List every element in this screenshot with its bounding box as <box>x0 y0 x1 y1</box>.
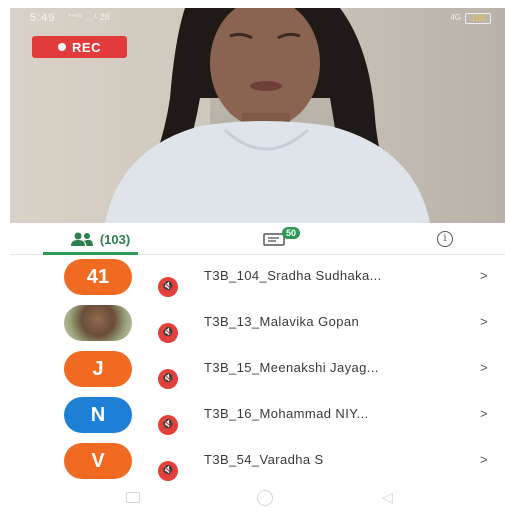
chevron-right-icon[interactable]: > <box>480 452 488 467</box>
recents-icon[interactable] <box>126 492 140 503</box>
participant-avatar: 41 <box>64 259 132 295</box>
chevron-right-icon[interactable]: > <box>480 314 488 329</box>
tab-chat[interactable]: 50 <box>240 223 310 255</box>
mic-muted-icon: 🔇 <box>158 415 178 435</box>
record-button[interactable]: REC <box>32 36 127 58</box>
participant-name: T3B_15_Meenakshi Jayag... <box>204 360 379 375</box>
chat-unread-badge: 50 <box>282 227 301 239</box>
tab-bar: (103) 50 i <box>10 223 505 255</box>
participant-avatar: N <box>64 397 132 433</box>
participant-name: T3B_16_Mohammad NIY... <box>204 406 369 421</box>
participant-name: T3B_13_Malavika Gopan <box>204 314 360 329</box>
participant-row[interactable]: V 🔇 T3B_54_Varadha S > <box>10 439 505 485</box>
signal-icon: °⁺º¹ …¹ 28 <box>68 12 110 22</box>
status-bar: 5:49 °⁺º¹ …¹ 28 4G 100 <box>10 8 505 28</box>
tab-participants[interactable]: (103) <box>40 223 160 255</box>
participant-avatar: J <box>64 351 132 387</box>
tab-info[interactable]: i <box>415 223 475 255</box>
battery-icon: 100 <box>465 13 491 24</box>
participant-name: T3B_54_Varadha S <box>204 452 324 467</box>
participant-row[interactable]: J 🔇 T3B_15_Meenakshi Jayag... > <box>10 347 505 393</box>
record-dot-icon <box>58 43 67 51</box>
record-label: REC <box>72 39 101 55</box>
status-time: 5:49 <box>30 12 56 24</box>
chevron-right-icon[interactable]: > <box>480 406 488 421</box>
participant-row[interactable]: 🔇 T3B_13_Malavika Gopan > <box>10 301 505 347</box>
info-icon: i <box>437 231 453 247</box>
mic-muted-icon: 🔇 <box>158 461 178 481</box>
network-icon: 4G <box>450 13 461 22</box>
mic-muted-icon: 🔇 <box>158 277 178 297</box>
participant-avatar-photo <box>64 305 132 341</box>
back-icon[interactable]: ◁ <box>382 489 393 506</box>
chevron-right-icon[interactable]: > <box>480 268 488 283</box>
mic-muted-icon: 🔇 <box>158 323 178 343</box>
participant-name: T3B_104_Sradha Sudhaka... <box>204 268 382 283</box>
participant-list: 41 🔇 T3B_104_Sradha Sudhaka... > 🔇 T3B_1… <box>10 255 505 485</box>
home-icon[interactable] <box>257 490 273 506</box>
mic-muted-icon: 🔇 <box>158 369 178 389</box>
system-nav-bar: ◁ <box>10 485 505 508</box>
participants-icon <box>70 232 93 246</box>
chevron-right-icon[interactable]: > <box>480 360 488 375</box>
participants-count: (103) <box>99 231 131 247</box>
participant-avatar: V <box>64 443 132 479</box>
participant-row[interactable]: 41 🔇 T3B_104_Sradha Sudhaka... > <box>10 255 505 301</box>
participant-row[interactable]: N 🔇 T3B_16_Mohammad NIY... > <box>10 393 505 439</box>
